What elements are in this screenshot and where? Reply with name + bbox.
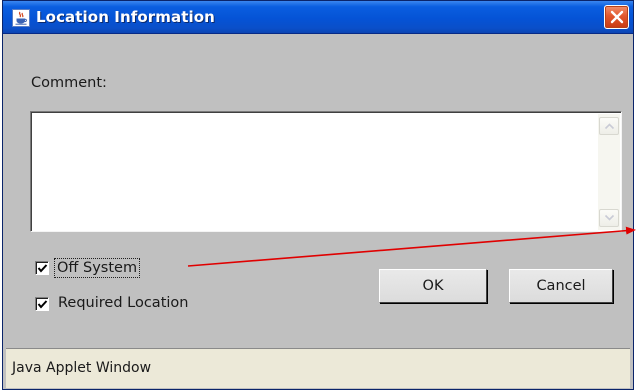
window-title: Location Information — [36, 8, 215, 26]
chevron-down-icon — [604, 214, 615, 221]
comment-input[interactable] — [33, 114, 595, 230]
comment-scrollbar[interactable] — [598, 114, 620, 230]
status-text: Java Applet Window — [12, 360, 152, 376]
status-bar: Java Applet Window — [6, 348, 630, 388]
required-location-checkbox[interactable] — [35, 297, 49, 311]
comment-field[interactable] — [30, 111, 622, 232]
off-system-label[interactable]: Off System — [54, 258, 141, 278]
close-x-icon — [610, 10, 624, 24]
comment-label: Comment: — [31, 75, 107, 91]
java-cup-icon — [12, 9, 30, 27]
scroll-down-button[interactable] — [599, 209, 619, 227]
location-information-dialog: Location Information Comment: Off System… — [2, 0, 634, 390]
checkmark-icon — [37, 264, 48, 273]
close-button[interactable] — [604, 5, 629, 29]
off-system-checkbox[interactable] — [35, 261, 49, 275]
checkmark-icon — [37, 300, 48, 309]
scroll-up-button[interactable] — [599, 117, 619, 135]
cancel-button[interactable]: Cancel — [509, 269, 613, 303]
chevron-up-icon — [604, 123, 615, 130]
ok-button[interactable]: OK — [379, 269, 487, 303]
title-bar[interactable]: Location Information — [3, 1, 633, 34]
required-location-label[interactable]: Required Location — [58, 294, 188, 312]
